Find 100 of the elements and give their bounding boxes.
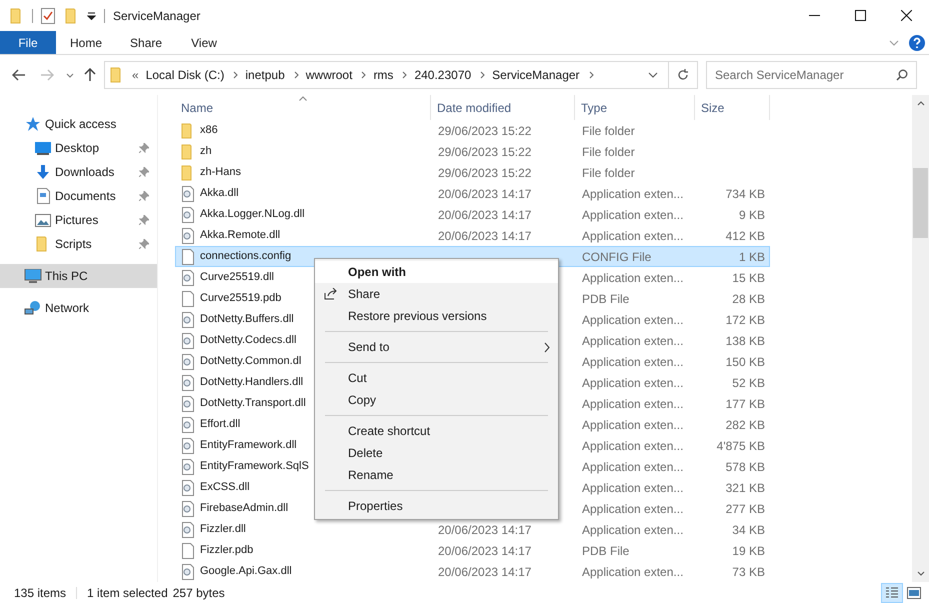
ribbon-tab[interactable]: View [176, 31, 232, 54]
menu-item[interactable]: Copy [315, 389, 558, 411]
sidebar-item[interactable]: Documents [0, 184, 157, 208]
file-size: 412 KB [726, 228, 765, 244]
help-icon[interactable] [909, 34, 925, 50]
gear-file-icon [181, 206, 195, 222]
menu-item[interactable]: Delete [315, 442, 558, 464]
scroll-down-icon[interactable] [916, 571, 924, 576]
file-name: EntityFramework.SqlS [200, 459, 309, 474]
file-type: PDB File [582, 544, 630, 558]
file-name: ExCSS.dll [200, 480, 250, 496]
date-modified: 20/06/2023 14:17 [438, 228, 532, 242]
chevron-right-icon[interactable] [480, 71, 486, 79]
menu-item[interactable]: Properties [315, 495, 558, 517]
column-header[interactable]: Type [575, 95, 695, 120]
column-header[interactable]: Name [175, 95, 431, 120]
file-size: 34 KB [732, 522, 765, 538]
picture-frame-icon [907, 586, 921, 598]
column-header[interactable]: Date modified [431, 95, 575, 120]
sidebar-item[interactable]: This PC [0, 264, 157, 288]
menu-item[interactable]: Rename [315, 464, 558, 486]
sidebar-item[interactable]: Desktop [0, 136, 157, 160]
file-size: 28 KB [732, 290, 765, 308]
file-size: 1 KB [738, 248, 765, 266]
ribbon-tab[interactable]: File [0, 31, 56, 54]
file-size: 277 KB [726, 500, 765, 518]
file-type: Application exten... [582, 438, 684, 452]
gear-file-icon [181, 522, 195, 538]
menu-item[interactable]: Cut [315, 367, 558, 389]
search-field[interactable]: Search ServiceManager [706, 61, 917, 89]
file-type: File folder [582, 166, 635, 180]
menu-item[interactable]: Create shortcut [315, 420, 558, 442]
file-name: DotNetty.Handlers.dll [200, 375, 304, 390]
back-arrow-icon[interactable] [12, 69, 26, 81]
file-name: x86 [200, 123, 218, 138]
menu-item[interactable]: Restore previous versions [315, 305, 558, 327]
pin-icon [139, 191, 149, 201]
expand-ribbon-icon[interactable] [889, 40, 899, 46]
column-header[interactable]: Size [695, 95, 770, 120]
sidebar-item[interactable]: Downloads [0, 160, 157, 184]
gear-file-icon [181, 312, 195, 328]
share-icon [324, 288, 338, 300]
download-icon [35, 164, 51, 180]
chevron-right-icon[interactable] [294, 71, 299, 79]
file-size: 172 KB [726, 312, 765, 328]
breadcrumb-item[interactable]: Local Disk (C:) [146, 66, 224, 84]
date-modified: 29/06/2023 15:22 [438, 124, 532, 138]
breadcrumb-item[interactable]: 240.23070 [414, 66, 472, 84]
file-name: Fizzler.pdb [200, 543, 254, 558]
chevron-right-icon[interactable] [588, 71, 594, 79]
maximize-icon [854, 10, 866, 21]
menu-item[interactable]: Share [315, 283, 558, 305]
file-size: 4'875 KB [716, 438, 765, 454]
gear-file-icon [181, 396, 195, 412]
overflow-marker[interactable]: « [132, 66, 139, 84]
breadcrumb-item[interactable]: rms [373, 66, 394, 84]
breadcrumb-item[interactable]: wwwroot [306, 66, 352, 84]
checklist-icon[interactable] [41, 8, 55, 24]
file-icon [181, 290, 195, 306]
up-arrow-icon[interactable] [84, 68, 96, 82]
ribbon-tab[interactable]: Share [116, 31, 176, 54]
pin-icon [139, 143, 149, 153]
dropdown-icon[interactable] [648, 72, 658, 78]
sidebar-item[interactable]: Network [0, 296, 157, 320]
file-name: DotNetty.Buffers.dll [200, 312, 294, 328]
gear-file-icon [181, 480, 195, 496]
file-size: 15 KB [732, 270, 765, 286]
breadcrumb-item[interactable]: ServiceManager [492, 66, 580, 84]
file-size: 282 KB [726, 416, 765, 434]
file-name: Fizzler.dll [200, 522, 246, 538]
gear-file-icon [181, 416, 195, 432]
window-title: ServiceManager [113, 8, 200, 24]
file-size: 52 KB [732, 374, 765, 392]
file-type: Application exten... [582, 208, 684, 222]
scroll-up-icon[interactable] [916, 101, 924, 106]
selection-size: 257 bytes [172, 584, 225, 602]
file-size: 321 KB [726, 480, 765, 496]
scroll-thumb[interactable] [913, 168, 928, 238]
breadcrumb-item[interactable]: inetpub [245, 66, 285, 84]
sidebar-item[interactable]: Quick access [0, 112, 157, 136]
file-type: Application exten... [582, 186, 684, 200]
menu-item[interactable]: Open with [315, 261, 558, 283]
file-type: Application exten... [582, 522, 684, 536]
menu-item[interactable]: Send to [315, 336, 558, 358]
dropdown-icon[interactable] [87, 12, 96, 20]
address-field[interactable]: « Local Disk (C:) inetpub wwwroot rms 240.23070 ServiceManager [104, 61, 698, 89]
recent-dropdown-icon[interactable] [66, 72, 74, 78]
file-name: Google.Api.Gax.dll [200, 564, 292, 580]
details-view-button[interactable] [881, 582, 903, 602]
chevron-right-icon[interactable] [361, 71, 366, 79]
chevron-right-icon[interactable] [402, 71, 408, 79]
picture-icon [35, 214, 51, 226]
ribbon-tab[interactable]: Home [56, 31, 116, 54]
chevron-right-icon[interactable] [233, 71, 238, 79]
scrollbar[interactable] [912, 95, 929, 582]
monitor-icon [35, 141, 51, 155]
sidebar-item[interactable]: Scripts [0, 232, 157, 256]
date-modified: 20/06/2023 14:17 [438, 208, 532, 222]
network-icon [24, 300, 42, 316]
sidebar-item[interactable]: Pictures [0, 208, 157, 232]
